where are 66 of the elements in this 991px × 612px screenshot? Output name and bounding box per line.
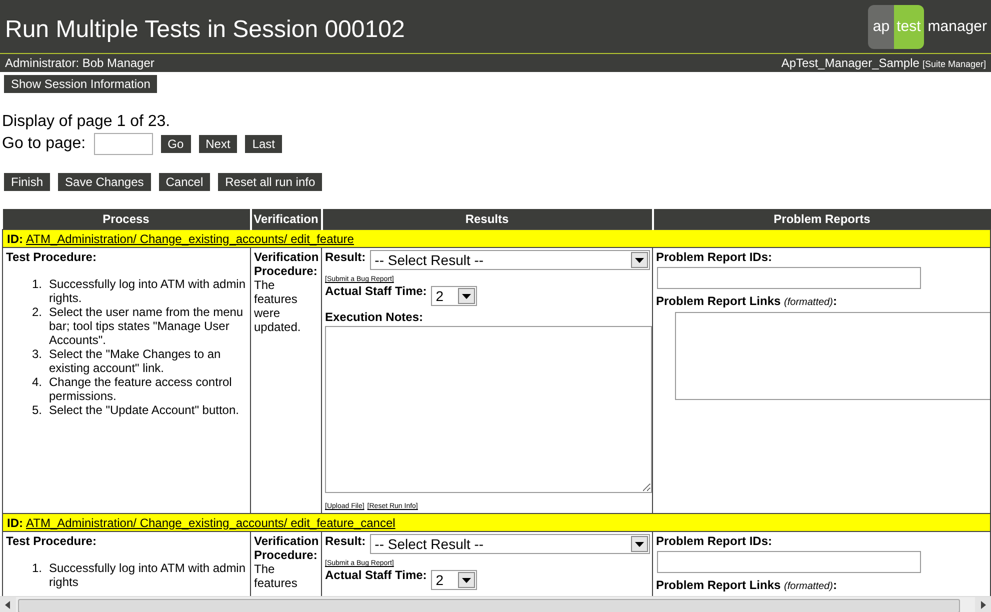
logo-text: test — [894, 4, 924, 48]
step-text: Select the "Make Changes to an existing account" link. — [49, 347, 222, 375]
dropdown[interactable]: -- Select Result -- — [370, 250, 650, 270]
suite-manager-link[interactable]: [Suite Manager] — [922, 59, 986, 69]
dropdown[interactable]: 2 — [430, 286, 477, 306]
project-name: ApTest_Manager_Sample — [781, 56, 920, 70]
staff-time-label: Actual Staff Time: — [325, 568, 427, 582]
step-number: 5. — [30, 403, 42, 417]
button[interactable]: Save Changes — [58, 173, 151, 191]
step-number: 4. — [30, 375, 42, 391]
problem-ids-field[interactable] — [657, 551, 921, 573]
problem-ids-field[interactable] — [657, 267, 921, 289]
step-text: Select the user name from the menu bar; tool tips states "Manage User Accounts". — [49, 305, 244, 347]
test-id-link[interactable]: ATM_Administration/ Change_existing_accounts/ edit_feature_cancel — [26, 516, 396, 530]
step-text: Select the "Update Account" button. — [49, 403, 240, 417]
procedure-label: Test Procedure: — [6, 534, 98, 548]
test-id-link[interactable]: ATM_Administration/ Change_existing_accounts/ edit_feature — [26, 232, 354, 246]
column-header: Results — [322, 209, 652, 230]
problem-ids-label: Problem Report IDs: — [656, 250, 774, 264]
id-label: ID: — [7, 232, 23, 246]
dropdown-caret-icon — [630, 536, 648, 552]
step-number: 1. — [30, 561, 42, 577]
problem-ids-label: Problem Report IDs: — [656, 534, 774, 548]
button[interactable]: Cancel — [158, 173, 210, 191]
step-text: Change the feature access control permissions. — [49, 375, 233, 403]
procedure-label: Test Procedure: — [6, 250, 98, 264]
id-label: ID: — [7, 516, 23, 530]
staff-time-label: Actual Staff Time: — [325, 284, 427, 298]
problem-links-label: Problem Report Links (formatted): — [656, 578, 838, 592]
step-number: 3. — [30, 347, 42, 363]
step-number: 1. — [30, 277, 42, 293]
page-status: Display of page 1 of 23. — [2, 113, 172, 131]
step-number: 2. — [30, 305, 42, 321]
verification-text: The features were updated. — [254, 278, 302, 334]
button[interactable]: Next — [198, 135, 238, 153]
column-header: Verification — [250, 209, 322, 230]
problem-links-field[interactable] — [675, 312, 990, 400]
verification-label: Verification Procedure: — [254, 534, 319, 562]
button[interactable]: Go — [160, 135, 191, 153]
dropdown-caret-icon — [458, 288, 475, 304]
dropdown-caret-icon — [458, 572, 475, 588]
logo-text: ap — [868, 4, 894, 48]
notes-label: Execution Notes: — [325, 310, 424, 324]
button[interactable]: Last — [245, 135, 282, 153]
show-session-button[interactable]: Show Session Information — [4, 75, 158, 93]
button[interactable]: Reset all run info — [218, 173, 322, 191]
button[interactable]: Finish — [4, 173, 50, 191]
column-header: Process — [2, 209, 250, 230]
notes-field[interactable] — [325, 326, 652, 493]
verification-label: Verification Procedure: — [254, 250, 319, 278]
page-title: Run Multiple Tests in Session 000102 — [4, 14, 405, 44]
goto-label: Go to page: — [2, 135, 86, 153]
result-label: Result: — [325, 250, 366, 264]
step-text: Successfully log into ATM with admin rights — [49, 561, 247, 589]
dropdown-caret-icon — [630, 252, 648, 268]
logo-text: manager — [926, 18, 987, 35]
dropdown[interactable]: 2 — [430, 570, 477, 590]
dropdown[interactable]: -- Select Result -- — [370, 534, 650, 554]
problem-links-label: Problem Report Links (formatted): — [656, 294, 838, 308]
horizontal-scrollbar[interactable] — [0, 596, 991, 612]
result-label: Result: — [325, 534, 366, 548]
column-header: Problem Reports — [652, 209, 990, 230]
step-text: Successfully log into ATM with admin rights. — [49, 277, 247, 305]
user-name: Administrator: Bob Manager — [5, 56, 154, 70]
page-input[interactable] — [94, 133, 153, 155]
verification-text: The features — [254, 562, 298, 590]
